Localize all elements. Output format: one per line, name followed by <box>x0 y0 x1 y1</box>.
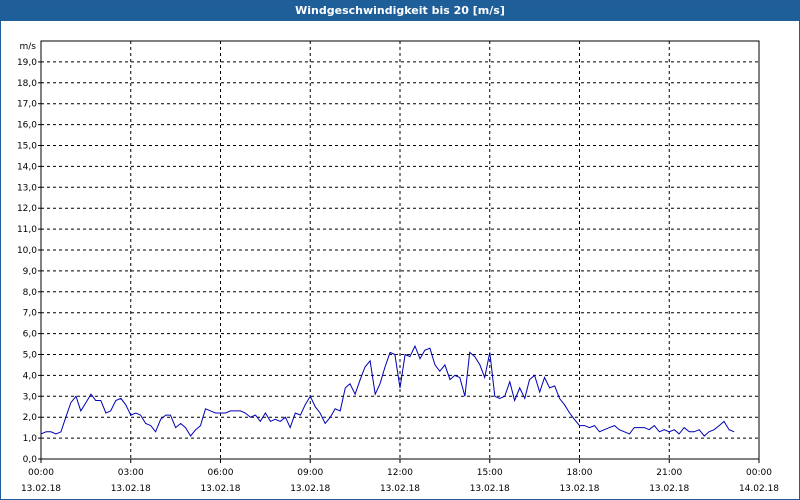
y-tick-label: 1,0 <box>23 434 38 444</box>
y-tick-label: 3,0 <box>23 392 38 402</box>
y-tick-label: 16,0 <box>17 121 37 131</box>
y-tick-label: 9,0 <box>23 267 38 277</box>
y-tick-label: 2,0 <box>23 413 38 423</box>
x-tick-time-label: 09:00 <box>297 468 323 478</box>
x-tick-date-label: 13.02.18 <box>290 484 330 494</box>
x-tick-date-label: 14.02.18 <box>739 484 779 494</box>
y-tick-label: 10,0 <box>17 246 37 256</box>
x-tick-time-label: 03:00 <box>118 468 144 478</box>
x-tick-time-label: 21:00 <box>656 468 682 478</box>
grid <box>41 41 759 459</box>
y-tick-label: 7,0 <box>23 309 38 319</box>
x-tick-time-label: 15:00 <box>477 468 503 478</box>
x-tick-date-label: 13.02.18 <box>559 484 599 494</box>
window-title: Windgeschwindigkeit bis 20 [m/s] <box>1 1 799 21</box>
y-tick-label: 18,0 <box>17 79 37 89</box>
y-tick-label: 14,0 <box>17 162 37 172</box>
x-tick-date-label: 13.02.18 <box>111 484 151 494</box>
x-tick-date-label: 13.02.18 <box>380 484 420 494</box>
y-tick-label: 5,0 <box>23 351 38 361</box>
x-axis: 00:00 13.02.18 03:00 13.02.18 06:00 13.02.18 0… <box>21 459 779 494</box>
x-tick-time-label: 00:00 <box>746 468 772 478</box>
y-axis: 0,0 1,0 2,0 3,0 4,0 5,0 6,0 7,0 8,0 9,0 10,0 11,0 12… <box>17 58 41 465</box>
x-tick-time-label: 00:00 <box>28 468 54 478</box>
y-tick-label: 11,0 <box>17 225 37 235</box>
x-tick-time-label: 12:00 <box>387 468 413 478</box>
y-tick-label: 0,0 <box>23 455 38 465</box>
x-tick-time-label: 06:00 <box>208 468 234 478</box>
y-tick-label: 13,0 <box>17 183 37 193</box>
chart-window: Windgeschwindigkeit bis 20 [m/s] 0,0 1,0 2… <box>0 0 800 500</box>
x-tick-date-label: 13.02.18 <box>21 484 61 494</box>
x-tick-date-label: 13.02.18 <box>649 484 689 494</box>
y-tick-label: 19,0 <box>17 58 37 68</box>
y-tick-label: 15,0 <box>17 142 37 152</box>
series-layer <box>40 344 735 437</box>
wind-speed-chart: 0,0 1,0 2,0 3,0 4,0 5,0 6,0 7,0 8,0 9,0 10,0 11,0 12… <box>17 40 779 494</box>
x-tick-time-label: 18:00 <box>567 468 593 478</box>
series-line-wind-speed <box>40 344 735 437</box>
y-tick-label: 8,0 <box>23 288 38 298</box>
x-tick-date-label: 13.02.18 <box>200 484 240 494</box>
y-tick-label: 4,0 <box>23 371 38 381</box>
x-tick-date-label: 13.02.18 <box>470 484 510 494</box>
y-axis-unit-label: m/s <box>20 42 37 52</box>
y-tick-label: 17,0 <box>17 100 37 110</box>
y-tick-label: 6,0 <box>23 330 38 340</box>
y-tick-label: 12,0 <box>17 204 37 214</box>
